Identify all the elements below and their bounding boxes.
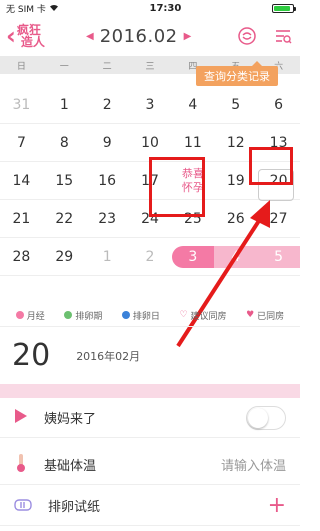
calendar-day[interactable]: 9 [86,124,129,161]
calendar-day[interactable]: 7 [0,124,43,161]
calendar-day[interactable]: 27 [257,200,300,237]
calendar-day[interactable]: 4 [171,86,214,123]
legend-item-suggested: ♡ 建议同房 [179,309,226,322]
legend-item-done: ♥ 已同房 [246,309,284,322]
calendar-day[interactable]: 1 [86,238,129,275]
legend-label: 建议同房 [190,311,227,322]
calendar-day[interactable]: 22 [43,200,86,237]
legend-item-ovulation-period: 排卵期 [64,309,102,322]
annotation-box-pregnancy [149,157,205,217]
status-bar: 无 SIM 卡 17:30 [0,0,300,16]
calendar-day[interactable]: 6 [257,86,300,123]
calendar-day[interactable]: 5 [257,238,300,275]
next-month-arrow-icon[interactable]: ▶ [184,31,192,42]
legend-label: 已同房 [257,311,285,322]
back-button[interactable]: ‹ 疯狂 造人 [6,24,45,48]
month-picker: ◀ 2016.02 ▶ [86,16,191,56]
nav-bar: ‹ 疯狂 造人 ◀ 2016.02 ▶ [0,16,300,56]
chevron-left-icon: ‹ [6,22,16,50]
pink-dot-icon [15,311,24,319]
heart-filled-icon: ♥ [246,310,255,320]
month-label: 2016.02 [99,25,178,47]
carrier-text: 无 SIM 卡 [6,4,46,15]
temperature-row: 基础体温 请输入体温 [0,445,300,485]
calendar-day[interactable]: 10 [129,124,172,161]
calendar-day[interactable]: 23 [86,200,129,237]
ovulation-test-label: 排卵试纸 [48,500,101,515]
calendar-day[interactable]: 26 [214,200,257,237]
calendar-day[interactable]: 15 [43,162,86,199]
temperature-label: 基础体温 [44,459,97,474]
calendar-day[interactable]: 28 [0,238,43,275]
legend: 月经 排卵期 排卵日 ♡ 建议同房 ♥ 已同房 [0,304,300,326]
legend-item-period: 月经 [15,309,45,322]
period-toggle[interactable] [246,405,286,430]
clock: 17:30 [149,2,182,14]
calendar-day[interactable]: 5 [214,86,257,123]
wifi-icon [49,3,59,14]
test-strip-icon [14,496,32,515]
calendar-day[interactable]: 4 [214,238,257,275]
calendar-week: 28 29 1 2 3 4 5 [0,238,300,276]
legend-label: 排卵期 [75,311,103,322]
calendar-day[interactable]: 2 [86,86,129,123]
query-records-tooltip: 查询分类记录 [196,61,278,86]
thermometer-icon [14,453,28,477]
legend-item-ovulation-day: 排卵日 [121,309,160,322]
legend-label: 排卵日 [132,311,160,322]
add-icon[interactable]: + [268,494,286,517]
calendar-day[interactable]: 29 [43,238,86,275]
logo-line-2: 造人 [20,35,45,49]
calendar-day[interactable]: 21 [0,200,43,237]
calendar-day[interactable]: 3 [171,238,214,275]
battery-icon [271,3,296,13]
ovulation-test-row: 排卵试纸 + [0,486,300,526]
selected-month-text: 2016年02月 [76,349,141,363]
weekday-sun: 日 [16,61,26,72]
calendar-day[interactable]: 8 [43,124,86,161]
blue-dot-icon [121,311,130,319]
heart-outline-icon: ♡ [179,310,188,320]
temperature-input[interactable]: 请输入体温 [221,455,286,474]
prev-month-arrow-icon[interactable]: ◀ [86,31,94,42]
period-label: 姨妈来了 [44,412,97,427]
app-logo: 疯狂 造人 [17,24,45,48]
calendar-day[interactable]: 2 [129,238,172,275]
play-triangle-icon [14,408,28,428]
divider-strip [0,384,300,398]
weekday-tue: 二 [102,61,112,72]
calendar-day[interactable]: 1 [43,86,86,123]
annotation-box-date [249,147,293,185]
weekday-wed: 三 [145,61,155,72]
calendar-week: 31 1 2 3 4 5 6 [0,86,300,124]
calendar-day[interactable]: 11 [171,124,214,161]
selected-day: 20 [12,338,51,373]
weekday-mon: 一 [59,61,69,72]
sync-icon[interactable] [236,25,258,47]
calendar-day[interactable]: 14 [0,162,43,199]
legend-label: 月经 [26,311,45,322]
calendar-day[interactable]: 31 [0,86,43,123]
green-dot-icon [64,311,73,319]
period-row: 姨妈来了 [0,398,300,438]
selected-date-header: 20 2016年02月 [0,326,300,384]
query-list-icon[interactable] [272,25,294,47]
calendar-day[interactable]: 16 [86,162,129,199]
calendar-day[interactable]: 3 [129,86,172,123]
toggle-knob [248,407,268,428]
